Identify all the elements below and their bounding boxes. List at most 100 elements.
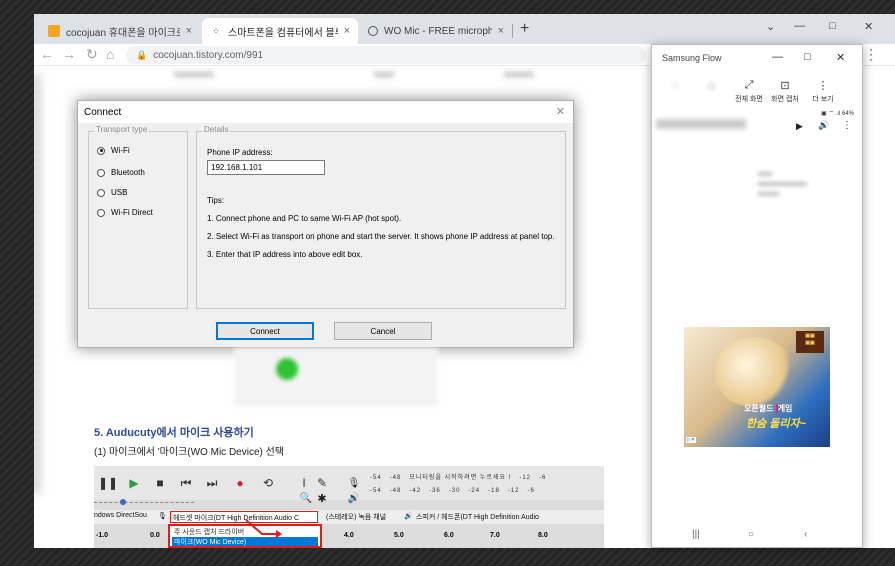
- channels-select: (스테레오) 녹음 채널: [326, 514, 387, 521]
- rotate-icon[interactable]: ◎: [694, 79, 728, 94]
- details-legend: Details: [202, 125, 231, 134]
- radio-bluetooth[interactable]: Bluetooth: [97, 168, 145, 177]
- radio-wifi[interactable]: Wi-Fi: [97, 146, 130, 155]
- loop-icon: ⟲: [262, 476, 274, 490]
- game-ad-banner[interactable]: ▣▣ ▣▣ 오픈월드 게임 한숨 돌리자~ ▷✕: [684, 327, 830, 447]
- reload-icon[interactable]: ↻: [86, 46, 98, 63]
- maximize-icon[interactable]: □: [829, 20, 836, 32]
- mic-device-icon: 🎙: [158, 513, 167, 520]
- transport-type-group: Transport type Wi-Fi Bluetooth USB Wi-Fi…: [88, 125, 188, 309]
- radio-dot[interactable]: [97, 188, 105, 197]
- dialog-titlebar: Connect ✕: [78, 101, 573, 123]
- radio-label: Wi-Fi: [111, 146, 130, 155]
- pin-icon[interactable]: ☆: [658, 79, 692, 94]
- game-logo-icon: ▣▣ ▣▣: [796, 331, 824, 353]
- ip-address-input[interactable]: [207, 160, 325, 175]
- radio-wifi-direct[interactable]: Wi-Fi Direct: [97, 208, 153, 217]
- blurred-app-title: [656, 119, 746, 129]
- wo-mic-favicon-icon: [368, 26, 378, 36]
- connect-button[interactable]: Connect: [216, 322, 314, 340]
- close-tab-icon[interactable]: ×: [344, 25, 350, 37]
- home-icon[interactable]: ○: [748, 529, 754, 540]
- multi-tool-icon: ✱: [317, 492, 327, 505]
- speaker-device-icon: 🔊: [404, 513, 413, 520]
- back-icon[interactable]: ‹: [804, 529, 807, 540]
- fullscreen-icon: ⤢: [744, 79, 754, 91]
- ad-character-image: [714, 337, 794, 407]
- tab-bluetooth-article[interactable]: ⁘ 스마트폰을 컴퓨터에서 블루투스 ×: [202, 18, 358, 44]
- radio-label: Bluetooth: [111, 168, 145, 177]
- radio-dot[interactable]: [97, 208, 105, 217]
- tips-label: Tips:: [207, 196, 225, 205]
- volume-icon[interactable]: 🔊: [818, 120, 829, 131]
- more-button[interactable]: ⋮ 더 보기: [806, 79, 840, 104]
- new-tab-icon[interactable]: +: [520, 20, 529, 38]
- tab-search-icon[interactable]: ⌄: [766, 20, 775, 33]
- skip-start-icon: ⏮: [180, 475, 192, 490]
- tab-wo-mic[interactable]: WO Mic - FREE microphone ×: [360, 18, 512, 44]
- tab-title: WO Mic - FREE microphone: [384, 25, 492, 37]
- audacity-transport-toolbar: ❚❚ ▶ ■ ⏮ ⏭ ● ⟲ I ✎ 🔍 ✱ 🎙 🔊 -54 -48 모니터링을…: [94, 466, 604, 505]
- play-icon: ▶: [129, 476, 139, 490]
- close-tab-icon[interactable]: ×: [186, 25, 192, 37]
- tab-strip: cocojuan 휴대폰을 마이크로 - [ × ⁘ 스마트폰을 컴퓨터에서 블…: [34, 14, 895, 44]
- output-device-select: 스피커 / 헤드폰(DT High Definition Audio: [416, 514, 539, 521]
- samsung-flow-title: Samsung Flow: [662, 53, 722, 63]
- details-group: Details Phone IP address: Tips: 1. Conne…: [196, 125, 566, 309]
- audio-host: ndows DirectSou: [94, 512, 147, 519]
- url-text: cocojuan.tistory.com/991: [153, 49, 264, 61]
- blurred-phone-screenshot: [234, 348, 438, 406]
- ad-line-2: 한숨 돌리자~: [746, 418, 807, 430]
- radio-dot[interactable]: [97, 168, 105, 177]
- close-icon[interactable]: ✕: [836, 51, 845, 64]
- phone-screen-mirror[interactable]: ▣ ⌔ .ıl 64% ▶ 🔊 ⋮ ▬▬ ▬▬▬▬▬▬▬ ▬▬▬ ▣▣ ▣▣ 오픈월드…: [652, 107, 862, 547]
- ad-line-1: 오픈월드 게임: [744, 404, 793, 413]
- radio-dot[interactable]: [97, 146, 105, 155]
- browser-menu-icon[interactable]: ⋮: [864, 46, 878, 63]
- section-heading: 5. Auducuty에서 마이크 사용하기: [94, 427, 254, 439]
- tistory-favicon-icon: ⁘: [212, 25, 220, 36]
- minimize-icon[interactable]: —: [772, 51, 783, 63]
- tip-1: 1. Connect phone and PC to same Wi-Fi AP…: [207, 214, 402, 223]
- tip-3: 3. Enter that IP address into above edit…: [207, 250, 363, 259]
- maximize-icon[interactable]: □: [804, 51, 811, 63]
- speaker-meter-icon: 🔊: [347, 492, 361, 504]
- fullscreen-button[interactable]: ⤢ 전체 화면: [732, 79, 766, 104]
- forward-icon[interactable]: →: [62, 46, 76, 62]
- radio-label: USB: [111, 188, 128, 197]
- cancel-button[interactable]: Cancel: [334, 322, 432, 340]
- dialog-close-icon[interactable]: ✕: [556, 105, 565, 118]
- close-window-icon[interactable]: ✕: [864, 20, 873, 33]
- screen-capture-icon: ⊡: [780, 80, 790, 92]
- back-icon[interactable]: ←: [40, 46, 54, 62]
- tab-cocojuan-blog[interactable]: cocojuan 휴대폰을 마이크로 - [ ×: [40, 18, 200, 44]
- ad-choices-icon[interactable]: ▷✕: [686, 437, 697, 443]
- device-toolbar: ndows DirectSou 🎙 헤드셋 마이크(DT High Defini…: [94, 510, 604, 524]
- volume-slider: [94, 499, 194, 508]
- radio-label: Wi-Fi Direct: [111, 208, 153, 217]
- pause-icon: ❚❚: [97, 476, 119, 490]
- phone-app-bar: ▶ 🔊 ⋮: [652, 117, 862, 139]
- dialog-title: Connect: [84, 106, 122, 118]
- more-icon[interactable]: ⋮: [842, 120, 852, 131]
- minimize-icon[interactable]: —: [794, 20, 805, 32]
- recents-icon[interactable]: |||: [692, 529, 700, 540]
- transport-legend: Transport type: [94, 125, 150, 134]
- tip-2: 2. Select Wi-Fi as transport on phone an…: [207, 232, 555, 241]
- blog-favicon-icon: [48, 25, 60, 37]
- connect-dialog: Connect ✕ Transport type Wi-Fi Bluetooth…: [77, 100, 574, 348]
- play-icon[interactable]: ▶: [796, 121, 803, 132]
- phone-status-bar: ▣ ⌔ .ıl 64%: [821, 111, 854, 117]
- record-meter: -54 -48 모니터링을 시작하려면 누르세요 ! -12 -6: [370, 475, 547, 481]
- audacity-screenshot: ❚❚ ▶ ■ ⏮ ⏭ ● ⟲ I ✎ 🔍 ✱ 🎙 🔊 -54 -48 모니터링을…: [94, 466, 604, 548]
- stop-icon: ■: [156, 476, 164, 490]
- connected-indicator-icon: [276, 358, 298, 380]
- ip-label: Phone IP address:: [207, 148, 273, 157]
- dropdown-item-selected: 마이크(WO Mic Device): [172, 537, 318, 546]
- screen-capture-button[interactable]: ⊡ 화면 캡처: [768, 79, 802, 104]
- address-bar[interactable]: 🔒 cocojuan.tistory.com/991: [126, 46, 646, 64]
- home-icon[interactable]: ⌂: [106, 46, 114, 62]
- section-subtext: (1) 마이크에서 '마이크(WO Mic Device) 선택: [94, 447, 285, 458]
- radio-usb[interactable]: USB: [97, 188, 127, 197]
- close-tab-icon[interactable]: ×: [498, 25, 504, 37]
